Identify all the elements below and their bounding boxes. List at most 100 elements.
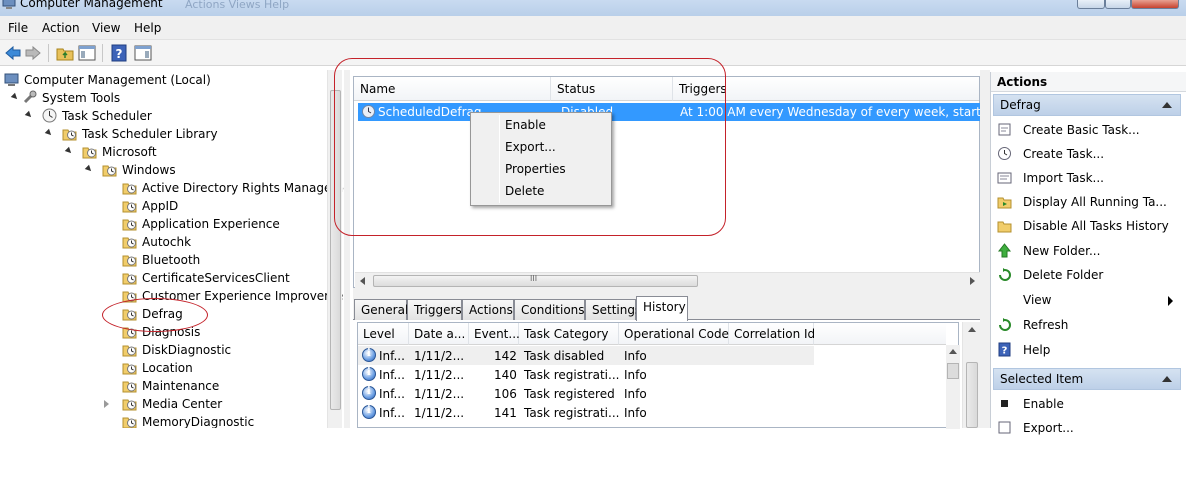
folder-icon <box>122 381 137 393</box>
column-header-operational-code[interactable]: Operational Code <box>619 323 729 345</box>
action-export[interactable]: Export... <box>995 417 1181 439</box>
scrollbar-thumb[interactable] <box>966 362 978 428</box>
close-button[interactable] <box>1131 0 1179 9</box>
tree-item-task-scheduler-library[interactable]: Task Scheduler Library <box>0 125 330 143</box>
scroll-up-arrow-icon[interactable] <box>968 326 976 334</box>
column-header-level[interactable]: Level <box>358 323 409 345</box>
expanded-triangle-icon[interactable] <box>24 110 34 120</box>
tree-item-active-directory-rights-management[interactable]: Active Directory Rights Management <box>0 179 344 197</box>
tree-item-media-center[interactable]: Media Center <box>0 395 330 413</box>
collapsed-triangle-icon[interactable] <box>104 400 109 408</box>
tree-item-autochk[interactable]: Autochk <box>0 233 330 251</box>
tree-item-computer-management-local-[interactable]: Computer Management (Local) <box>0 71 330 89</box>
history-event-list: Level Date a... Event... Task Category O… <box>357 322 960 429</box>
tree-item-task-scheduler[interactable]: Task Scheduler <box>0 107 330 125</box>
toolbar-separator <box>102 44 103 62</box>
pane-splitter[interactable] <box>353 288 980 296</box>
tree-item-label: Location <box>142 361 193 375</box>
task-list-horizontal-scrollbar[interactable]: III <box>355 272 980 288</box>
event-opcode: Info <box>624 387 647 401</box>
column-header-task-category[interactable]: Task Category <box>519 323 619 345</box>
tab-triggers[interactable]: Triggers <box>407 299 462 320</box>
tree-item-location[interactable]: Location <box>0 359 330 377</box>
maximize-button[interactable] <box>1105 0 1131 9</box>
event-row[interactable]: Inf... 1/11/2... 106 Task registered Inf… <box>358 384 814 403</box>
tree-item-windows[interactable]: Windows <box>0 161 330 179</box>
tree-item-bluetooth[interactable]: Bluetooth <box>0 251 330 269</box>
scroll-left-arrow-icon[interactable] <box>359 277 367 285</box>
action-new-folder[interactable]: New Folder... <box>995 240 1181 262</box>
folder-icon <box>62 129 77 141</box>
menu-action[interactable]: Action <box>42 21 80 35</box>
folder-icon <box>122 201 137 213</box>
scroll-up-arrow-icon[interactable] <box>949 348 957 356</box>
annotation-highlight-tasklist <box>334 58 726 236</box>
tab-history[interactable]: History <box>636 296 688 321</box>
action-enable[interactable]: Enable <box>995 393 1181 415</box>
menu-file[interactable]: File <box>8 21 28 35</box>
event-list-vertical-scrollbar[interactable] <box>946 345 960 429</box>
expanded-triangle-icon[interactable] <box>44 128 54 138</box>
tab-settings[interactable]: Settings <box>585 299 641 320</box>
actions-section-selected-item[interactable]: Selected Item <box>993 368 1181 390</box>
tree-item-diskdiagnostic[interactable]: DiskDiagnostic <box>0 341 330 359</box>
event-date: 1/11/2... <box>414 406 465 420</box>
annotation-highlight-defrag <box>102 298 208 332</box>
show-hide-action-pane-icon[interactable] <box>134 44 152 62</box>
tab-conditions[interactable]: Conditions <box>514 299 585 320</box>
pane-splitter[interactable] <box>980 70 990 428</box>
show-hide-console-tree-icon[interactable] <box>78 44 96 62</box>
column-header-correlation-id[interactable]: Correlation Id <box>729 323 815 345</box>
action-help[interactable]: ? Help <box>995 339 1181 361</box>
event-row[interactable]: Inf... 1/11/2... 141 Task registrati... … <box>358 403 814 422</box>
window-title: Computer Management <box>20 0 163 10</box>
scroll-right-arrow-icon[interactable] <box>968 277 976 285</box>
tree-item-label: Application Experience <box>142 217 280 231</box>
event-level: Inf... <box>379 387 405 401</box>
back-arrow-icon[interactable] <box>4 44 22 62</box>
folder-icon <box>122 417 137 428</box>
tab-general[interactable]: General <box>354 299 408 320</box>
expanded-triangle-icon[interactable] <box>64 146 74 156</box>
tree-item-microsoft[interactable]: Microsoft <box>0 143 330 161</box>
actions-section-defrag[interactable]: Defrag <box>993 94 1181 116</box>
action-refresh[interactable]: Refresh <box>995 314 1181 336</box>
expanded-triangle-icon[interactable] <box>10 92 20 102</box>
tree-item-maintenance[interactable]: Maintenance <box>0 377 330 395</box>
tree-item-system-tools[interactable]: System Tools <box>0 89 330 107</box>
tree-item-application-experience[interactable]: Application Experience <box>0 215 330 233</box>
scrollbar-thumb[interactable] <box>947 363 959 379</box>
tab-actions[interactable]: Actions <box>462 299 514 320</box>
action-label: Refresh <box>1023 318 1069 332</box>
expanded-triangle-icon[interactable] <box>84 164 94 174</box>
menu-view[interactable]: View <box>92 21 120 35</box>
up-folder-icon[interactable] <box>56 44 74 62</box>
action-display-all-running-ta[interactable]: Display All Running Ta... <box>995 191 1181 213</box>
minimize-button[interactable] <box>1077 0 1105 9</box>
event-row[interactable]: Inf... 1/11/2... 142 Task disabled Info <box>358 346 814 365</box>
event-id: 140 <box>494 368 517 382</box>
event-row[interactable]: Inf... 1/11/2... 140 Task registrati... … <box>358 365 814 384</box>
tree-item-certificateservicesclient[interactable]: CertificateServicesClient <box>0 269 330 287</box>
folder-icon <box>122 255 137 267</box>
event-opcode: Info <box>624 349 647 363</box>
action-import-task[interactable]: Import Task... <box>995 167 1181 189</box>
column-header-date[interactable]: Date a... <box>409 323 469 345</box>
action-create-basic-task[interactable]: Create Basic Task... <box>995 119 1181 141</box>
tree-item-appid[interactable]: AppID <box>0 197 330 215</box>
menu-help[interactable]: Help <box>134 21 161 35</box>
action-view[interactable]: View <box>995 289 1181 311</box>
submenu-arrow-icon <box>1168 296 1173 306</box>
column-header-filler <box>814 323 946 345</box>
action-create-task[interactable]: Create Task... <box>995 143 1181 165</box>
help-icon[interactable]: ? <box>110 44 128 62</box>
tree-item-memorydiagnostic[interactable]: MemoryDiagnostic <box>0 413 330 428</box>
collapse-caret-icon <box>1162 376 1172 382</box>
forward-arrow-icon[interactable] <box>24 44 42 62</box>
action-delete-folder[interactable]: Delete Folder <box>995 264 1181 286</box>
scrollbar-thumb[interactable]: III <box>373 274 698 287</box>
detail-vertical-scrollbar[interactable] <box>962 322 980 428</box>
action-label: Disable All Tasks History <box>1023 219 1169 233</box>
action-disable-all-tasks-history[interactable]: Disable All Tasks History <box>995 215 1181 237</box>
column-header-event-id[interactable]: Event... <box>469 323 520 345</box>
